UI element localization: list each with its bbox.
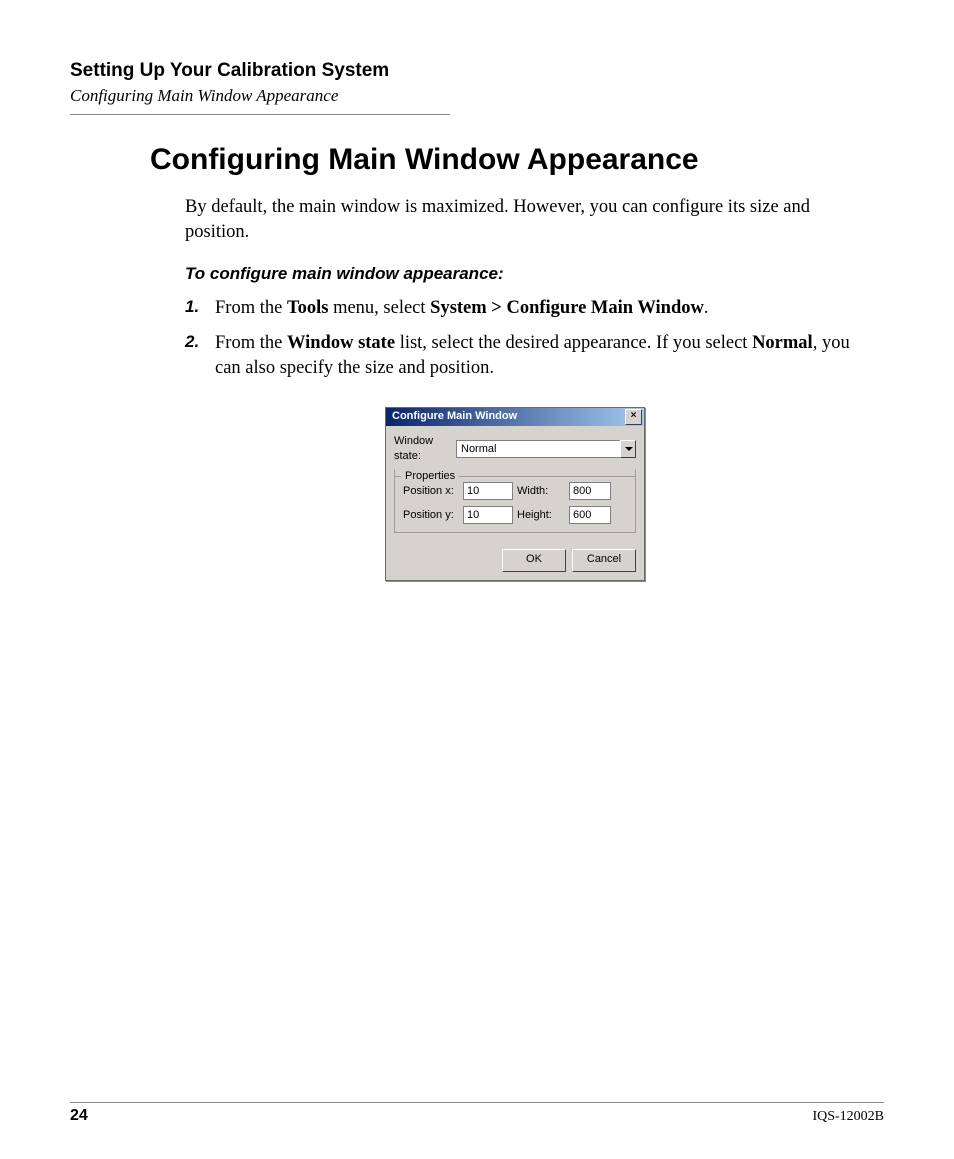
height-input[interactable]: 600 — [569, 506, 611, 524]
step-text: From the Window state list, select the d… — [215, 331, 864, 381]
text-run: . — [704, 298, 709, 318]
width-label: Width: — [517, 484, 561, 499]
chevron-down-icon[interactable] — [620, 440, 636, 458]
text-bold: Normal — [752, 333, 813, 353]
position-y-input[interactable]: 10 — [463, 506, 513, 524]
dialog-title: Configure Main Window — [392, 409, 517, 424]
ok-button[interactable]: OK — [502, 549, 566, 572]
text-bold: Window state — [287, 333, 395, 353]
procedure-label: To configure main window appearance: — [185, 263, 864, 286]
step-number: 1. — [185, 296, 215, 321]
intro-paragraph: By default, the main window is maximized… — [185, 195, 864, 245]
position-x-label: Position x: — [403, 484, 459, 499]
close-icon[interactable]: × — [625, 409, 642, 425]
window-state-value[interactable]: Normal — [456, 440, 620, 458]
dialog-titlebar[interactable]: Configure Main Window × — [386, 408, 644, 426]
step-1: 1. From the Tools menu, select System > … — [185, 296, 864, 321]
width-input[interactable]: 800 — [569, 482, 611, 500]
chapter-breadcrumb: Configuring Main Window Appearance — [70, 86, 884, 106]
section-heading: Configuring Main Window Appearance — [150, 143, 884, 177]
step-text: From the Tools menu, select System > Con… — [215, 296, 864, 321]
chapter-title: Setting Up Your Calibration System — [70, 60, 884, 82]
text-run: list, select the desired appearance. If … — [395, 333, 752, 353]
properties-group: Properties Position x: 10 Width: 800 Pos… — [394, 469, 636, 533]
document-id: IQS-12002B — [812, 1109, 884, 1125]
footer-rule — [70, 1102, 884, 1103]
text-run: menu, select — [328, 298, 430, 318]
cancel-button[interactable]: Cancel — [572, 549, 636, 572]
text-bold: System > Configure Main Window — [430, 298, 704, 318]
step-number: 2. — [185, 331, 215, 381]
text-bold: Tools — [287, 298, 328, 318]
window-state-combo[interactable]: Normal — [456, 440, 636, 458]
page-number: 24 — [70, 1107, 88, 1125]
step-2: 2. From the Window state list, select th… — [185, 331, 864, 381]
text-run: From the — [215, 333, 287, 353]
position-x-input[interactable]: 10 — [463, 482, 513, 500]
window-state-label: Window state: — [394, 434, 456, 464]
header-rule — [70, 114, 450, 115]
height-label: Height: — [517, 508, 561, 523]
text-run: From the — [215, 298, 287, 318]
configure-main-window-dialog: Configure Main Window × Window state: No… — [385, 407, 645, 582]
properties-legend: Properties — [401, 469, 459, 484]
position-y-label: Position y: — [403, 508, 459, 523]
